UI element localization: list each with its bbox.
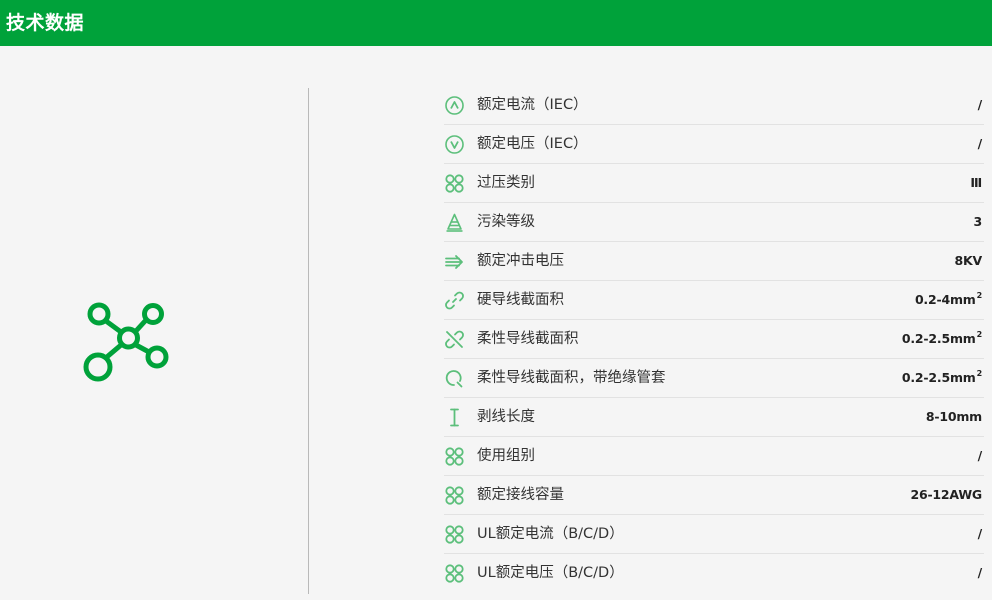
spec-value: 0.2-4mm2: [915, 281, 982, 319]
spec-value: 26-12AWG: [910, 476, 982, 514]
vertical-divider: [308, 88, 309, 594]
current-a-circle-icon: [444, 95, 465, 116]
spec-value: /: [977, 554, 983, 592]
spec-row: 额定电流（IEC） /: [444, 86, 984, 125]
spec-value: /: [977, 86, 983, 124]
spec-value: /: [977, 437, 983, 475]
spec-value-text: 0.2-4mm: [914, 292, 976, 307]
spec-label: 柔性导线截面积，带绝缘管套: [477, 370, 666, 386]
spec-value-superscript: 2: [976, 369, 983, 378]
four-circles-icon: [444, 563, 465, 584]
spec-label: 额定接线容量: [477, 487, 564, 503]
link-broken-icon: [444, 329, 465, 350]
four-circles-icon: [444, 524, 465, 545]
pollution-cone-icon: [444, 212, 465, 233]
spec-value-text: /: [977, 565, 983, 580]
spec-row: 柔性导线截面积，带绝缘管套 0.2-2.5mm2: [444, 359, 984, 398]
spec-value: /: [977, 515, 983, 553]
spec-label: UL额定电压（B/C/D）: [477, 565, 624, 581]
spec-value-text: Ⅲ: [970, 175, 982, 190]
spec-label: 额定冲击电压: [477, 253, 564, 269]
spec-row: 额定接线容量 26-12AWG: [444, 476, 984, 515]
link-icon: [444, 290, 465, 311]
spec-label: 额定电压（IEC）: [477, 136, 588, 152]
spec-table: 额定电流（IEC） / 额定电压（IEC） / 过压类别 Ⅲ 污染等级 3 额定冲击电压 8KV 硬…: [444, 86, 984, 592]
spec-row: 额定电压（IEC） /: [444, 125, 984, 164]
spec-row: 剥线长度 8-10mm: [444, 398, 984, 437]
strip-length-icon: [444, 407, 465, 428]
spec-row: 使用组别 /: [444, 437, 984, 476]
spec-label: 使用组别: [477, 448, 535, 464]
spec-value-text: 8-10mm: [925, 409, 982, 424]
spec-value-text: /: [977, 136, 983, 151]
section-title: 技术数据: [6, 12, 85, 34]
spec-row: 柔性导线截面积 0.2-2.5mm2: [444, 320, 984, 359]
spec-value-text: 0.2-2.5mm: [901, 331, 976, 346]
voltage-v-circle-icon: [444, 134, 465, 155]
four-circles-icon: [444, 485, 465, 506]
ferrule-icon: [444, 368, 465, 389]
four-circles-icon: [444, 173, 465, 194]
spec-value-text: 26-12AWG: [910, 487, 982, 502]
spec-value-superscript: 2: [976, 291, 983, 300]
spec-label: UL额定电流（B/C/D）: [477, 526, 624, 542]
spec-row: 过压类别 Ⅲ: [444, 164, 984, 203]
spec-value: 3: [974, 203, 983, 241]
spec-label: 额定电流（IEC）: [477, 97, 588, 113]
impulse-arrow-icon: [444, 251, 465, 272]
spec-label: 硬导线截面积: [477, 292, 564, 308]
spec-value-text: 8KV: [954, 253, 983, 268]
spec-value: 8-10mm: [926, 398, 982, 436]
spec-value: /: [977, 125, 983, 163]
spec-row: 额定冲击电压 8KV: [444, 242, 984, 281]
spec-row: UL额定电压（B/C/D） /: [444, 554, 984, 592]
spec-value-text: 0.2-2.5mm: [901, 370, 976, 385]
spec-label: 过压类别: [477, 175, 535, 191]
spec-value-text: 3: [973, 214, 983, 229]
spec-value-text: /: [977, 526, 983, 541]
spec-label: 剥线长度: [477, 409, 535, 425]
spec-value-superscript: 2: [976, 330, 983, 339]
section-header: 技术数据: [0, 0, 992, 46]
spec-value: 8KV: [954, 242, 983, 280]
spec-row: UL额定电流（B/C/D） /: [444, 515, 984, 554]
spec-row: 污染等级 3: [444, 203, 984, 242]
spec-value: 0.2-2.5mm2: [902, 320, 982, 358]
spec-label: 污染等级: [477, 214, 535, 230]
spec-value: 0.2-2.5mm2: [902, 359, 982, 397]
connection-node-icon: [80, 296, 174, 384]
spec-value-text: /: [977, 448, 983, 463]
spec-value: Ⅲ: [970, 164, 982, 202]
spec-value-text: /: [977, 97, 983, 112]
four-circles-icon: [444, 446, 465, 467]
spec-row: 硬导线截面积 0.2-4mm2: [444, 281, 984, 320]
spec-label: 柔性导线截面积: [477, 331, 579, 347]
